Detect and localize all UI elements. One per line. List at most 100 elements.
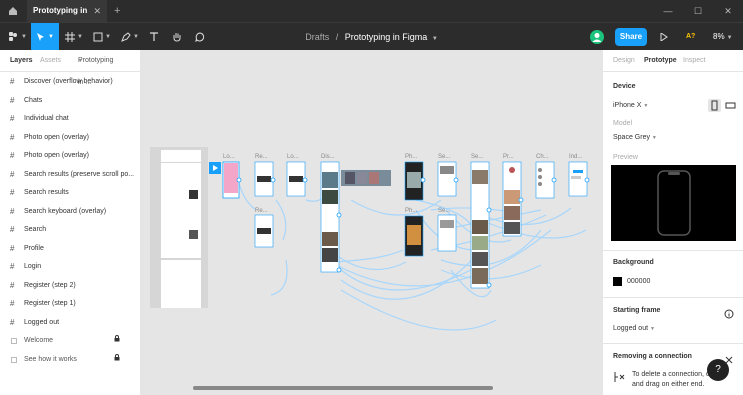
- tab-inspect[interactable]: Inspect: [683, 50, 706, 72]
- tab-prototype[interactable]: Prototype: [644, 50, 677, 72]
- frame-label[interactable]: Dis...: [321, 154, 335, 160]
- frame-icon: #: [10, 114, 15, 123]
- layer-label: Search results: [24, 189, 69, 196]
- close-icon[interactable]: [724, 352, 734, 364]
- frame-label[interactable]: Pr...: [503, 154, 514, 160]
- move-tool[interactable]: ▼: [31, 23, 59, 51]
- device-select[interactable]: iPhone X ▼: [613, 102, 648, 109]
- zoom-level[interactable]: 8% ▼: [713, 23, 733, 52]
- layer-item[interactable]: # Chats: [0, 92, 140, 111]
- maximize-button[interactable]: ☐: [683, 0, 713, 22]
- close-tab-icon[interactable]: ✕: [93, 0, 101, 22]
- prototype-canvas: Lo... Re... Lo... Dis... Ph... Se... Se... Pr..…: [150, 147, 590, 390]
- layer-label: Profile: [24, 244, 44, 252]
- layer-item[interactable]: # Search: [0, 221, 140, 240]
- hand-tool[interactable]: [168, 23, 186, 51]
- frame-icon: #: [10, 77, 15, 86]
- layer-label: Photo open (overlay): [24, 133, 89, 141]
- horizontal-scrollbar[interactable]: [193, 386, 493, 390]
- layer-label: Login: [24, 263, 42, 270]
- layer-item[interactable]: # Photo open (overlay): [0, 129, 140, 148]
- file-name[interactable]: Prototyping in Figma: [345, 32, 428, 42]
- frame-icon: #: [10, 280, 15, 290]
- portrait-toggle[interactable]: [708, 99, 721, 112]
- layer-label: Register (step 2): [24, 281, 76, 289]
- frame-label[interactable]: Re...: [255, 208, 268, 214]
- home-icon[interactable]: [0, 0, 26, 22]
- layer-item[interactable]: # Search keyboard (overlay): [0, 203, 140, 222]
- frame-tool[interactable]: ▼: [62, 23, 86, 51]
- frame-icon: #: [10, 132, 15, 142]
- background-swatch[interactable]: [613, 277, 622, 286]
- shape-tool[interactable]: ▼: [90, 23, 114, 51]
- lock-icon[interactable]: [114, 351, 120, 370]
- layer-item[interactable]: # Register (step 1): [0, 295, 140, 314]
- frame-icon: #: [10, 299, 15, 308]
- figma-menu-icon[interactable]: ▼: [4, 23, 30, 51]
- layer-item[interactable]: # Photo open (overlay): [0, 147, 140, 166]
- tab-assets[interactable]: Assets: [40, 50, 61, 72]
- model-label: Model: [613, 120, 633, 127]
- pen-tool[interactable]: ▼: [118, 23, 142, 51]
- layer-label: Welcome: [24, 337, 54, 344]
- background-hex[interactable]: 000000: [627, 278, 650, 285]
- pen-icon: [121, 32, 131, 42]
- model-select[interactable]: Space Grey ▼: [613, 134, 657, 141]
- portrait-icon: [711, 100, 718, 111]
- info-icon[interactable]: [724, 306, 734, 319]
- frame-icon: #: [10, 169, 15, 179]
- background-heading: Background: [613, 259, 654, 266]
- frame-label[interactable]: Re...: [255, 154, 268, 160]
- frame-icon: #: [10, 188, 15, 197]
- zoom-value: 8%: [713, 32, 725, 41]
- locked-layer-item[interactable]: Welcome: [0, 332, 140, 351]
- tab-design[interactable]: Design: [613, 50, 635, 72]
- frame-label[interactable]: Se...: [438, 208, 451, 214]
- layer-item[interactable]: # Profile: [0, 240, 140, 259]
- breadcrumb-parent[interactable]: Drafts: [305, 32, 329, 42]
- layer-item[interactable]: # Search results: [0, 184, 140, 203]
- layer-item[interactable]: # Login: [0, 258, 140, 277]
- frame-icon: #: [10, 206, 15, 216]
- frame-label[interactable]: Se...: [438, 154, 451, 160]
- chevron-down-icon[interactable]: ▼: [432, 36, 438, 42]
- accessibility-badge[interactable]: A?: [686, 23, 695, 51]
- comment-tool[interactable]: [191, 23, 209, 51]
- share-button[interactable]: Share: [615, 28, 647, 46]
- lock-icon[interactable]: [114, 332, 120, 351]
- layers-panel: Layers Assets Prototyping in ... ▼ # Disc…: [0, 50, 141, 395]
- layer-label: Search keyboard (overlay): [24, 207, 107, 215]
- layer-item[interactable]: # Search results (preserve scroll po...: [0, 166, 140, 185]
- frame-icon: #: [10, 151, 15, 160]
- layer-item[interactable]: # Individual chat: [0, 110, 140, 129]
- layer-label: See how it works: [24, 355, 77, 363]
- frame-label[interactable]: Lo...: [287, 154, 299, 160]
- present-button[interactable]: [657, 23, 671, 51]
- landscape-toggle[interactable]: [724, 99, 737, 112]
- minimize-button[interactable]: —: [653, 0, 683, 22]
- frame-icon: #: [10, 262, 15, 271]
- frame-icon: #: [10, 95, 15, 105]
- layer-label: Photo open (overlay): [24, 152, 89, 159]
- frame-label[interactable]: Ind...: [569, 154, 583, 160]
- file-tab[interactable]: Prototyping in Figma ✕: [27, 0, 107, 37]
- layer-item[interactable]: # Register (step 2): [0, 277, 140, 296]
- help-button[interactable]: ?: [707, 359, 729, 381]
- canvas[interactable]: Lo... Re... Lo... Dis... Ph... Se... Se... Pr..…: [141, 50, 602, 395]
- text-tool[interactable]: [145, 23, 163, 51]
- locked-layer-item[interactable]: See how it works: [0, 351, 140, 370]
- frame-label[interactable]: Ph...: [405, 208, 418, 214]
- avatar[interactable]: [590, 30, 604, 44]
- close-window-button[interactable]: ✕: [713, 0, 743, 22]
- tab-layers[interactable]: Layers: [10, 50, 33, 72]
- frame-label[interactable]: Lo...: [223, 154, 235, 160]
- frame-label[interactable]: Ph...: [405, 154, 418, 160]
- frame-icon: #: [10, 317, 15, 327]
- layer-item[interactable]: # Logged out: [0, 314, 140, 333]
- starting-frame-select[interactable]: Logged out ▼: [613, 325, 655, 332]
- frame-label[interactable]: Ch...: [536, 154, 549, 160]
- layer-label: Discover (overflow behavior): [24, 78, 113, 85]
- new-tab-button[interactable]: +: [114, 0, 120, 22]
- frame-label[interactable]: Se...: [471, 154, 484, 160]
- layer-item[interactable]: # Discover (overflow behavior): [0, 73, 140, 92]
